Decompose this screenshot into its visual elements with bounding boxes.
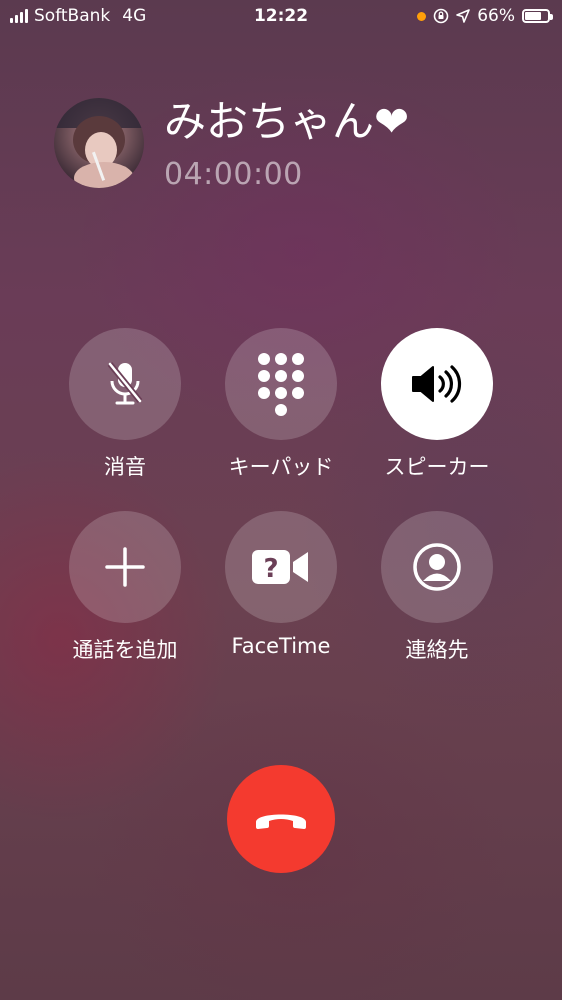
person-circle-icon [413,543,461,591]
keypad-button[interactable] [225,328,337,440]
facetime-label: FaceTime [231,634,331,658]
add-call-button[interactable] [69,511,181,623]
mute-label: 消音 [104,455,146,479]
status-right: 66% [417,6,553,26]
contacts-label: 連絡先 [405,638,469,662]
battery-icon [522,9,553,23]
keypad-label: キーパッド [228,455,334,479]
mute-button[interactable] [69,328,181,440]
speaker-label: スピーカー [384,455,490,479]
keypad-icon [258,353,304,416]
contacts-button[interactable] [381,511,493,623]
speaker-button[interactable] [381,328,493,440]
svg-text:?: ? [263,554,278,584]
speaker-icon [412,365,462,403]
contact-avatar [54,98,144,188]
facetime-button[interactable]: ? [225,511,337,623]
video-question-icon: ? [252,550,308,584]
location-icon [456,9,471,23]
end-call-button[interactable] [227,765,335,873]
add-call-label: 通話を追加 [72,638,178,662]
status-bar: SoftBank 4G 12:22 66% [0,0,562,32]
phone-down-icon [256,814,306,829]
orientation-lock-icon [433,8,449,24]
mic-slash-icon [107,362,143,405]
call-duration: 04:00:00 [164,157,303,192]
battery-percent: 66% [477,6,515,26]
plus-icon [105,547,145,587]
caller-name: みおちゃん❤ [164,97,410,146]
recording-dot-icon [417,11,427,21]
